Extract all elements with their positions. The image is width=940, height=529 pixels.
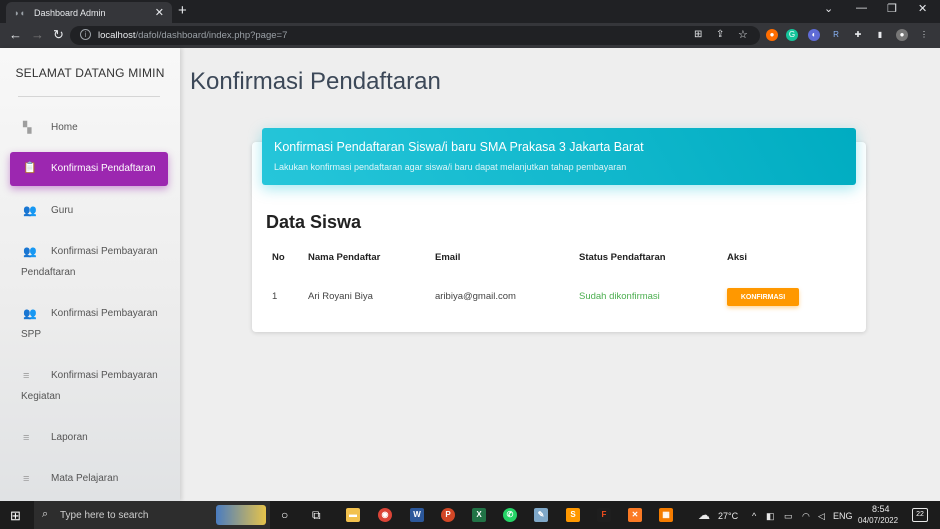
cortana-icon[interactable]: ○ (281, 508, 288, 522)
clock-date[interactable]: 04/07/2022 (858, 516, 898, 525)
volume-icon[interactable]: ◁ (818, 511, 825, 522)
konfirmasi-button[interactable]: KONFIRMASI (727, 288, 799, 306)
browser-menu-icon[interactable]: ⋮ (918, 29, 930, 41)
browser-tab[interactable]: ◗◖ Dashboard Admin ✕ (6, 2, 172, 23)
search-icon: ⌕ (42, 508, 49, 520)
app-orange-icon[interactable]: ▦ (659, 508, 673, 522)
back-icon[interactable]: ← (9, 27, 22, 42)
profile-avatar[interactable]: ● (896, 29, 908, 41)
cell-email: aribiya@gmail.com (435, 291, 516, 302)
people-icon: 👥 (23, 308, 37, 320)
column-header-nama: Nama Pendaftar (308, 252, 381, 263)
sidebar-item-konfirmasi-pendaftaran[interactable]: 📋 Konfirmasi Pendaftaran (10, 152, 168, 186)
list-icon: ≡ (23, 432, 30, 444)
column-header-aksi: Aksi (727, 252, 748, 263)
list-icon: ≡ (23, 473, 30, 485)
sidebar-brand: SELAMAT DATANG MIMIN (15, 66, 165, 80)
chrome-icon[interactable]: ◉ (378, 508, 392, 522)
weather-cloud-icon[interactable]: ☁ (698, 508, 710, 522)
column-header-email: Email (435, 252, 461, 263)
clock-time[interactable]: 8:54 (872, 504, 890, 514)
xampp-icon[interactable]: ✕ (628, 508, 642, 522)
extension-circle-icon[interactable]: ◐ (808, 29, 820, 41)
url-text: localhost/dafol/dashboard/index.php?page… (98, 30, 288, 41)
reload-icon[interactable]: ↻ (53, 27, 64, 43)
wifi-icon[interactable]: ◠ (802, 511, 810, 522)
tray-app-icon[interactable]: ◧ (766, 511, 775, 522)
side-panel-icon[interactable]: ▮ (874, 29, 886, 41)
cell-no: 1 (272, 291, 278, 302)
whatsapp-icon[interactable]: ✆ (503, 508, 517, 522)
excel-icon[interactable]: X (472, 508, 486, 522)
sidebar-divider (18, 96, 160, 97)
translate-icon[interactable]: ⊞ (694, 29, 702, 40)
share-icon[interactable]: ⇪ (716, 29, 724, 40)
restore-icon[interactable]: ❐ (887, 2, 897, 15)
list-icon: ≡ (23, 370, 30, 382)
powerpoint-icon[interactable]: P (441, 508, 455, 522)
card-subtitle: Lakukan konfirmasi pendaftaran agar sisw… (274, 162, 627, 172)
figma-icon[interactable]: F (597, 508, 611, 522)
bookmark-star-icon[interactable]: ☆ (738, 28, 748, 41)
extensions-puzzle-icon[interactable]: ✚ (852, 29, 864, 41)
extension-r-icon[interactable]: R (830, 29, 842, 41)
tab-favicon-icon: ◗◖ (14, 7, 25, 18)
task-view-icon[interactable]: ⧉ (312, 508, 321, 523)
tray-chevron-icon[interactable]: ^ (752, 511, 756, 521)
notepad-icon[interactable]: ✎ (534, 508, 548, 522)
cell-nama: Ari Royani Biya (308, 291, 373, 302)
browser-toolbar: ← → ↻ i localhost/dafol/dashboard/index.… (0, 23, 940, 48)
sublime-icon[interactable]: S (566, 508, 580, 522)
people-icon: 👥 (23, 246, 37, 258)
people-icon: 👥 (23, 205, 37, 217)
clipboard-icon: 📋 (23, 162, 37, 174)
temperature: 27°C (718, 511, 739, 521)
page-title: Konfirmasi Pendaftaran (190, 68, 441, 95)
file-explorer-icon[interactable]: ▬ (346, 508, 360, 522)
language-indicator[interactable]: ENG (833, 511, 853, 521)
sidebar: SELAMAT DATANG MIMIN ▚ Home 📋 Konfirmasi… (0, 48, 180, 501)
notifications-icon[interactable]: 22 (912, 508, 928, 522)
extension-fox-icon[interactable]: ● (766, 29, 778, 41)
grammarly-icon[interactable]: G (786, 29, 798, 41)
dashboard-icon: ▚ (23, 122, 32, 134)
forward-icon[interactable]: → (31, 27, 44, 42)
address-bar[interactable]: i localhost/dafol/dashboard/index.php?pa… (70, 26, 760, 45)
tab-close-icon[interactable]: ✕ (155, 6, 164, 19)
windows-taskbar: ⊞ ⌕ Type here to search ○ ⧉ ▬ ◉ W P X ✆ … (0, 501, 940, 529)
battery-icon[interactable]: ▭ (784, 511, 793, 522)
card-header: Konfirmasi Pendaftaran Siswa/i baru SMA … (262, 128, 856, 185)
tab-search-chevron-icon[interactable]: ⌄ (824, 2, 833, 15)
site-info-icon[interactable]: i (80, 29, 91, 40)
minimize-icon[interactable]: — (856, 2, 867, 14)
section-title: Data Siswa (266, 212, 362, 232)
windows-start-icon[interactable]: ⊞ (10, 508, 21, 524)
window-close-icon[interactable]: ✕ (918, 2, 927, 15)
tab-title: Dashboard Admin (34, 7, 106, 18)
card-title: Konfirmasi Pendaftaran Siswa/i baru SMA … (274, 140, 644, 154)
search-highlight-image (216, 505, 266, 525)
browser-tab-strip: ◗◖ Dashboard Admin ✕ + ⌄ — ❐ ✕ (0, 0, 940, 23)
new-tab-button[interactable]: + (178, 2, 187, 19)
column-header-no: No (272, 252, 285, 263)
taskbar-search-input[interactable]: ⌕ Type here to search (34, 501, 270, 529)
column-header-status: Status Pendaftaran (579, 252, 666, 263)
status-badge: Sudah dikonfirmasi (579, 291, 660, 302)
word-icon[interactable]: W (410, 508, 424, 522)
